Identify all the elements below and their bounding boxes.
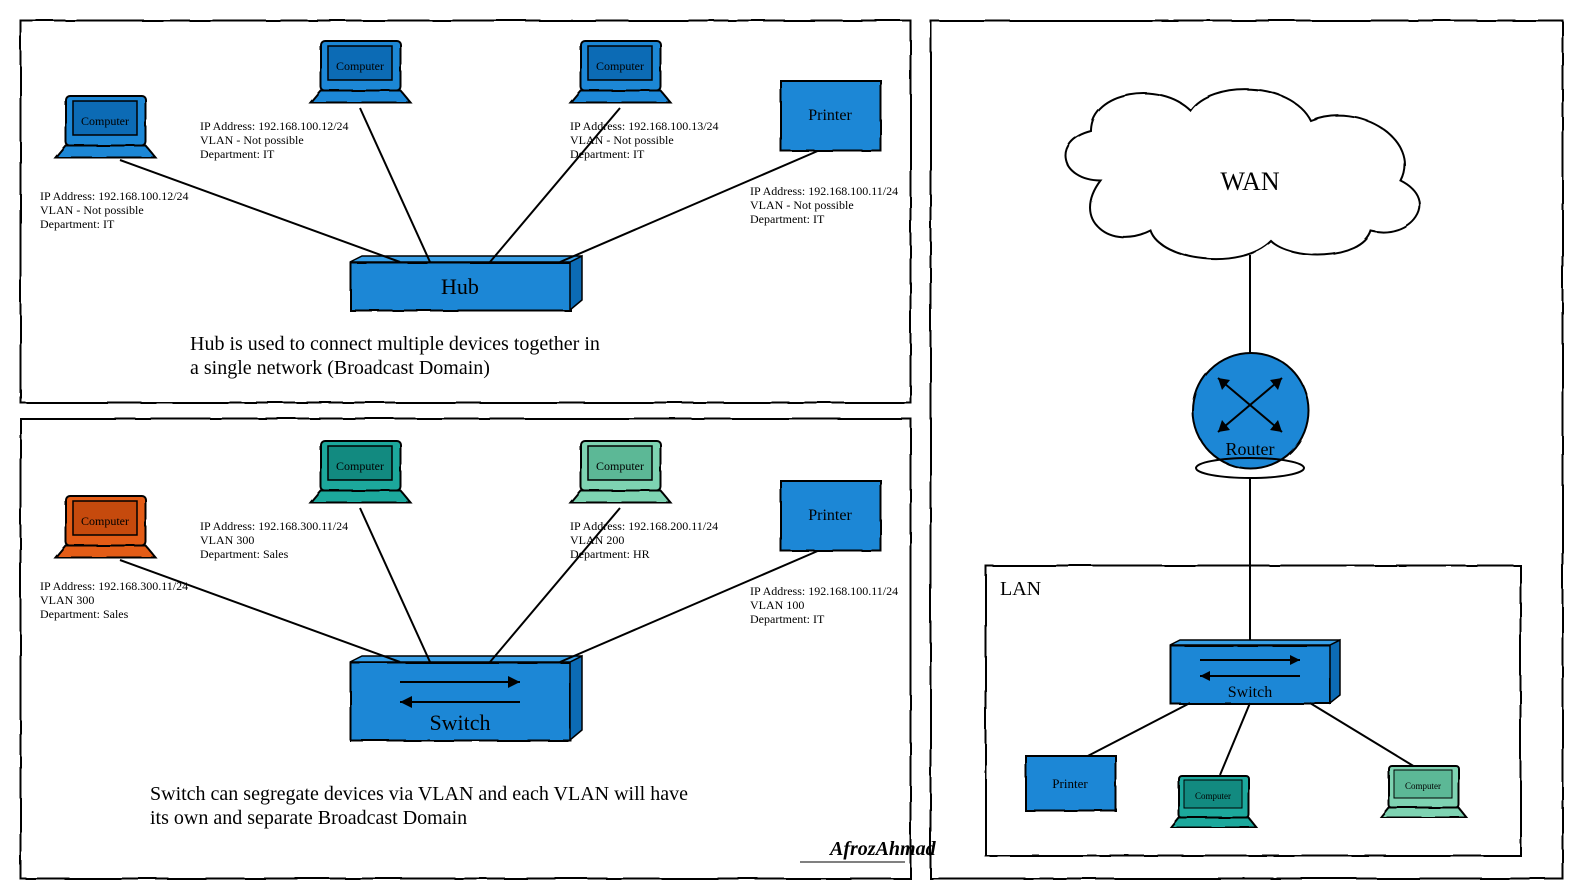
svg-text:VLAN - Not possible: VLAN - Not possible (40, 203, 144, 217)
network-diagram: Hub Computer IP Address: 192.168.100.12/… (0, 0, 1582, 896)
svg-text:Department: IT: Department: IT (40, 217, 115, 231)
svg-text:VLAN - Not possible: VLAN - Not possible (200, 133, 304, 147)
svg-text:Printer: Printer (808, 507, 852, 524)
svg-text:IP Address: 192.168.100.12/24: IP Address: 192.168.100.12/24 (200, 119, 349, 133)
switch-computer-2: Computer IP Address: 192.168.300.11/24 V… (200, 440, 410, 561)
lan-box: LAN Switch Printer Computer (985, 565, 1520, 855)
hub-device: Hub (350, 256, 582, 310)
svg-text:Department: Sales: Department: Sales (40, 607, 129, 621)
router-label: Router (1226, 439, 1275, 459)
svg-text:VLAN - Not possible: VLAN - Not possible (750, 198, 854, 212)
svg-text:Computer: Computer (1195, 791, 1231, 801)
svg-text:Computer: Computer (81, 514, 129, 528)
svg-text:VLAN - Not possible: VLAN - Not possible (570, 133, 674, 147)
svg-text:Printer: Printer (1052, 776, 1088, 791)
svg-text:IP Address: 192.168.100.11/24: IP Address: 192.168.100.11/24 (750, 184, 898, 198)
switch-caption-2: its own and separate Broadcast Domain (150, 807, 467, 829)
svg-text:IP Address: 192.168.100.12/24: IP Address: 192.168.100.12/24 (40, 189, 189, 203)
svg-text:VLAN 100: VLAN 100 (750, 598, 804, 612)
svg-text:Department: IT: Department: IT (570, 147, 645, 161)
hub-caption-1: Hub is used to connect multiple devices … (190, 333, 600, 355)
svg-text:IP Address: 192.168.200.11/24: IP Address: 192.168.200.11/24 (570, 519, 718, 533)
svg-text:Computer: Computer (81, 114, 129, 128)
svg-text:Computer: Computer (336, 459, 384, 473)
svg-text:Computer: Computer (596, 59, 644, 73)
svg-text:Department: IT: Department: IT (750, 612, 825, 626)
switch-printer: Printer IP Address: 192.168.100.11/24 VL… (750, 480, 898, 626)
switch-caption-1: Switch can segregate devices via VLAN an… (150, 783, 688, 805)
svg-text:Printer: Printer (808, 107, 852, 124)
svg-text:Switch: Switch (1228, 684, 1272, 701)
lan-computer-1: Computer (1170, 775, 1256, 827)
hub-computer-1: Computer IP Address: 192.168.100.12/24 V… (40, 95, 189, 231)
svg-text:Department: IT: Department: IT (750, 212, 825, 226)
svg-text:IP Address: 192.168.300.11/24: IP Address: 192.168.300.11/24 (200, 519, 348, 533)
wan-lan-panel: WAN Router LAN Switch (930, 20, 1562, 878)
hub-printer: Printer IP Address: 192.168.100.11/24 VL… (750, 80, 898, 226)
svg-text:Computer: Computer (596, 459, 644, 473)
switch-computer-1: Computer IP Address: 192.168.300.11/24 V… (40, 495, 188, 621)
svg-text:IP Address: 192.168.300.11/24: IP Address: 192.168.300.11/24 (40, 579, 188, 593)
svg-text:VLAN 300: VLAN 300 (200, 533, 254, 547)
hub-panel: Hub Computer IP Address: 192.168.100.12/… (20, 20, 910, 402)
svg-text:Computer: Computer (336, 59, 384, 73)
lan-label: LAN (1000, 578, 1041, 600)
svg-text:Department: IT: Department: IT (200, 147, 275, 161)
wan-cloud: WAN (1065, 89, 1419, 258)
router-device: Router (1192, 352, 1308, 478)
svg-text:Computer: Computer (1405, 781, 1441, 791)
svg-text:VLAN 200: VLAN 200 (570, 533, 624, 547)
svg-text:VLAN 300: VLAN 300 (40, 593, 94, 607)
switch-device: Switch (350, 656, 582, 740)
svg-text:Department: Sales: Department: Sales (200, 547, 289, 561)
hub-caption-2: a single network (Broadcast Domain) (190, 357, 490, 379)
hub-label: Hub (441, 274, 479, 299)
lan-switch: Switch (1170, 640, 1340, 703)
switch-computer-3: Computer IP Address: 192.168.200.11/24 V… (570, 440, 718, 561)
hub-computer-3: Computer IP Address: 192.168.100.13/24 V… (570, 40, 719, 161)
switch-panel: Switch Computer IP Address: 192.168.300.… (20, 418, 937, 878)
switch-label: Switch (429, 710, 490, 735)
author-signature: AfrozAhmad (828, 838, 937, 860)
svg-text:IP Address: 192.168.100.11/24: IP Address: 192.168.100.11/24 (750, 584, 898, 598)
lan-computer-2: Computer (1380, 765, 1466, 817)
lan-printer: Printer (1025, 755, 1115, 810)
svg-text:IP Address: 192.168.100.13/24: IP Address: 192.168.100.13/24 (570, 119, 719, 133)
svg-text:Department: HR: Department: HR (570, 547, 650, 561)
wan-label: WAN (1220, 167, 1279, 196)
hub-computer-2: Computer IP Address: 192.168.100.12/24 V… (200, 40, 410, 161)
